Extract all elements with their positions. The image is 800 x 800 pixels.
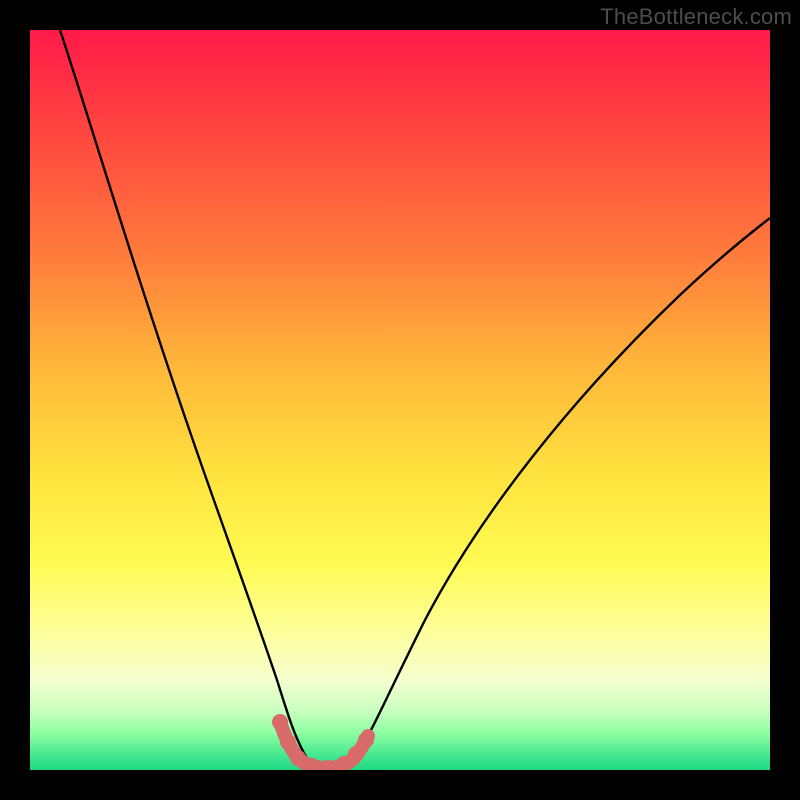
chart-svg	[30, 30, 770, 770]
bottleneck-curve	[60, 30, 770, 768]
outer-frame: TheBottleneck.com	[0, 0, 800, 800]
gradient-plot-area	[30, 30, 770, 770]
watermark-text: TheBottleneck.com	[600, 4, 792, 30]
